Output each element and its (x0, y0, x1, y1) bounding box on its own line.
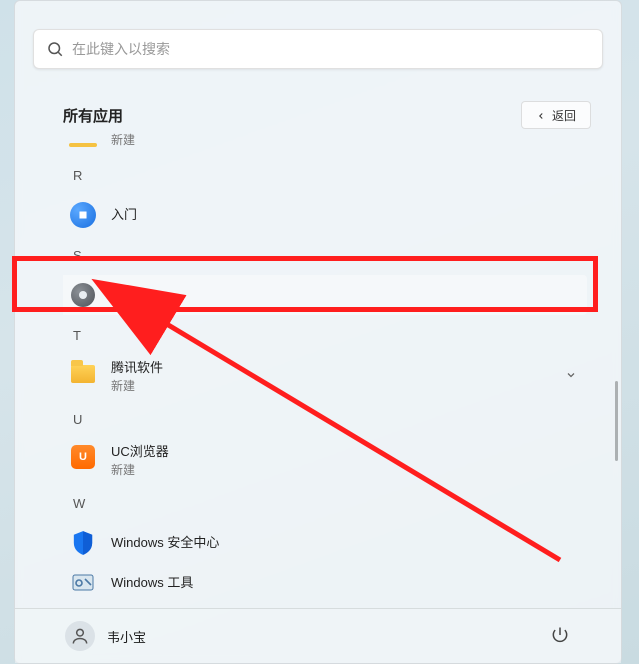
user-name: 韦小宝 (107, 627, 146, 646)
letter-heading-r[interactable]: R (63, 155, 607, 195)
app-windows-tools[interactable]: Windows 工具 (63, 563, 607, 593)
app-tips[interactable]: 入门 (63, 195, 607, 235)
list-item[interactable]: 新建 (63, 131, 607, 155)
app-uc-browser[interactable]: U UC浏览器 新建 (63, 439, 607, 483)
back-button[interactable]: 返回 (521, 101, 591, 129)
letter-label: W (69, 496, 97, 511)
app-sublabel: 新建 (111, 131, 135, 149)
power-icon (550, 625, 570, 648)
app-label: UC浏览器 (111, 443, 169, 461)
app-label: Windows 工具 (111, 574, 193, 592)
app-windows-security[interactable]: Windows 安全中心 (63, 523, 607, 563)
all-apps-title: 所有应用 (63, 105, 123, 126)
uc-icon: U (69, 443, 97, 471)
shield-icon (69, 529, 97, 557)
search-box[interactable] (33, 29, 603, 69)
app-tencent-folder[interactable]: 腾讯软件 新建 (63, 355, 607, 399)
app-settings[interactable]: 设置 (63, 275, 587, 315)
letter-heading-u[interactable]: U (63, 399, 607, 439)
app-label: 入门 (111, 206, 137, 224)
gear-icon (69, 281, 97, 309)
avatar-icon (65, 621, 95, 651)
letter-label: U (69, 412, 97, 427)
letter-label: S (69, 248, 97, 263)
search-icon (46, 40, 64, 58)
user-account-button[interactable]: 韦小宝 (65, 621, 146, 651)
power-button[interactable] (543, 619, 577, 653)
app-sublabel: 新建 (111, 377, 163, 395)
letter-heading-s[interactable]: S (63, 235, 607, 275)
bottom-bar: 韦小宝 (15, 608, 621, 663)
letter-label: T (69, 328, 97, 343)
compass-icon (69, 201, 97, 229)
app-label: 腾讯软件 (111, 359, 163, 377)
app-list: 新建 R 入门 S 设置 T 腾讯软件 新建 (63, 131, 607, 593)
tools-icon (69, 569, 97, 593)
back-label: 返回 (552, 107, 576, 124)
app-label: 设置 (111, 286, 137, 304)
app-sublabel: 新建 (111, 461, 169, 479)
app-label: Windows 安全中心 (111, 534, 219, 552)
start-menu-panel: 所有应用 返回 新建 R 入门 S 设置 (14, 0, 622, 664)
chevron-left-icon (536, 110, 546, 120)
search-input[interactable] (72, 30, 590, 68)
scrollbar-thumb[interactable] (615, 381, 618, 461)
letter-heading-t[interactable]: T (63, 315, 607, 355)
letter-heading-w[interactable]: W (63, 483, 607, 523)
folder-icon (69, 359, 97, 387)
apps-header: 所有应用 返回 (63, 101, 591, 129)
letter-label: R (69, 168, 97, 183)
chevron-down-icon (565, 369, 577, 381)
